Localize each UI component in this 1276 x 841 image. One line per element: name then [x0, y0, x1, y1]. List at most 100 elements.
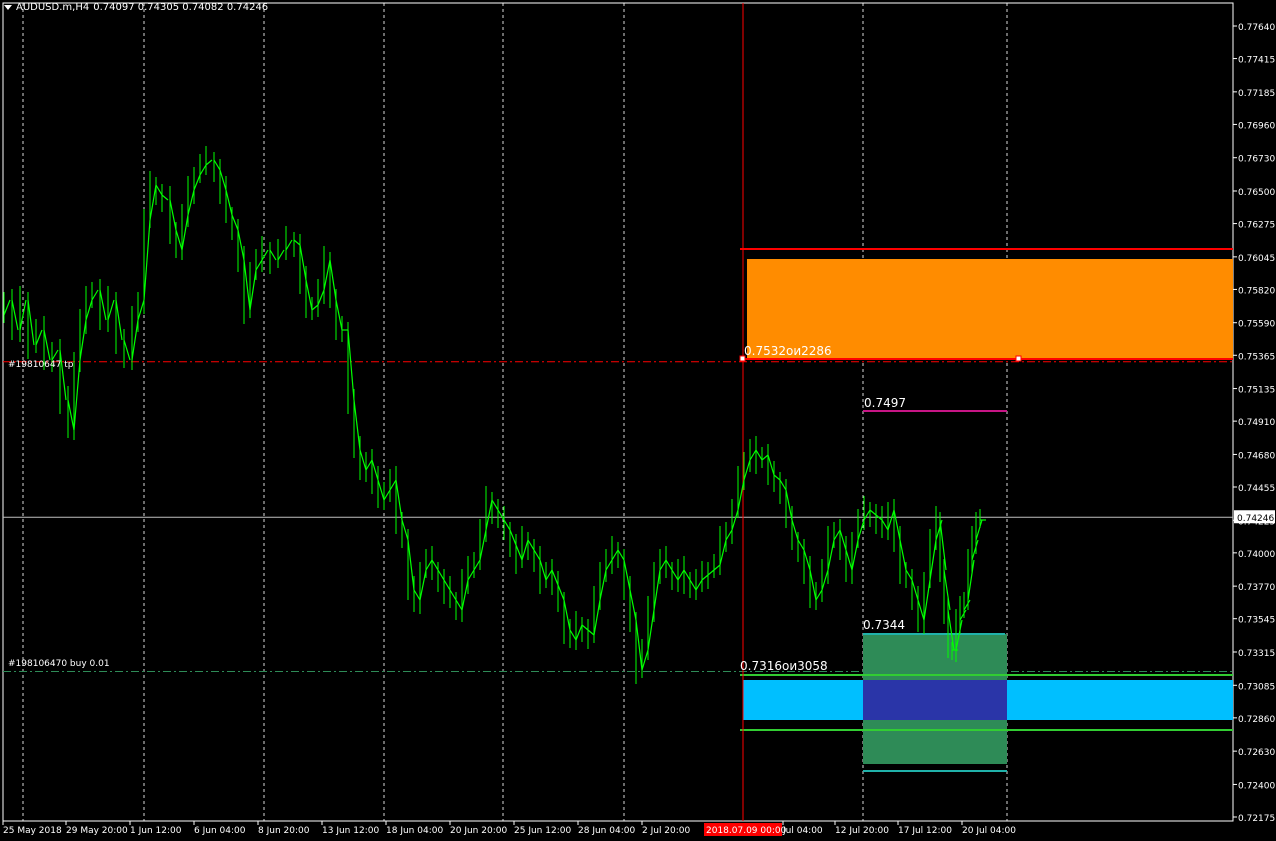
candle-body: [797, 539, 805, 551]
candle-body: [863, 509, 871, 521]
candle-body: [791, 519, 799, 541]
candle-body: [59, 349, 67, 401]
candle-body: [575, 624, 583, 641]
time-tick-label: 13 Jun 12:00: [322, 826, 379, 836]
candle-body: [317, 289, 325, 306]
symbol-header: AUDUSD.m,H4 0.74097 0.74305 0.74082 0.74…: [4, 2, 268, 13]
price-tick-label: 0.72860: [1238, 715, 1275, 725]
candle-body: [929, 539, 937, 581]
candle-body: [137, 299, 145, 321]
candle-body: [743, 459, 751, 481]
candle-body: [587, 629, 595, 636]
ohlc-values: 0.74097 0.74305 0.74082 0.74246: [93, 2, 269, 13]
candle-body: [869, 509, 877, 516]
candle-body: [707, 569, 715, 576]
candle-body: [123, 339, 131, 361]
candle-body: [425, 559, 433, 571]
candle-body: [943, 569, 951, 611]
time-tick-label: 2 Jul 20:00: [642, 826, 691, 836]
candle-body: [107, 299, 115, 321]
lower-zone-label: 0.7316ои3058: [740, 659, 828, 673]
candle-body: [205, 159, 213, 166]
candle-body: [437, 569, 445, 581]
candle-body: [671, 569, 679, 581]
time-tick-label: Jul 04:00: [782, 826, 823, 836]
time-tick-label: 6 Jun 04:00: [194, 826, 246, 836]
candle-body: [503, 519, 511, 531]
candle-body: [617, 549, 625, 561]
candle-body: [359, 449, 367, 471]
candle-body: [461, 579, 469, 611]
candle-body: [695, 579, 703, 591]
candle-body: [893, 509, 901, 541]
price-tick-label: 0.76275: [1238, 221, 1275, 231]
time-tick-label: 20 Jun 20:00: [450, 826, 507, 836]
candle-body: [851, 539, 859, 571]
time-tick-label: 12 Jul 20:00: [835, 826, 889, 836]
candle-body: [911, 579, 919, 601]
candle-body: [581, 624, 589, 631]
candle-body: [187, 189, 195, 216]
candle-body: [91, 289, 99, 301]
candle-body: [545, 569, 553, 581]
candle-body: [719, 539, 727, 566]
price-tick-label: 0.77415: [1238, 56, 1275, 66]
candle-body: [641, 649, 649, 671]
current-price-badge-label: 0.74246: [1237, 514, 1274, 524]
candle-body: [27, 299, 35, 346]
candle-body: [785, 489, 793, 521]
candle-body: [443, 579, 451, 591]
price-tick-label: 0.75135: [1238, 386, 1275, 396]
time-tick-label: 18 Jun 04:00: [386, 826, 443, 836]
candle-body: [73, 359, 81, 431]
time-tick-label: 1 Jun 12:00: [130, 826, 182, 836]
candle-body: [803, 549, 811, 571]
buy-order-label: #198106470 buy 0.01: [8, 659, 110, 669]
candle-body: [593, 599, 601, 636]
candle-body: [99, 289, 107, 321]
candle-body: [725, 529, 733, 541]
candle-body: [371, 459, 379, 481]
candle-body: [963, 599, 971, 611]
candle-body: [413, 589, 421, 601]
overlap-rect: [863, 680, 1007, 720]
candle-body: [169, 199, 177, 231]
upper-zone-end-marker[interactable]: [1015, 355, 1022, 362]
candle-body: [689, 579, 697, 591]
price-tick-label: 0.72175: [1238, 814, 1275, 824]
price-tick-label: 0.73545: [1238, 616, 1275, 626]
candle-body: [917, 599, 925, 621]
price-chart[interactable]: 0.7532ои2286 0.7497 0.7344 0.7316ои3058 #198…: [0, 0, 1276, 841]
mid-level-label: 0.7497: [864, 396, 906, 410]
candle-body: [219, 169, 227, 191]
candle-body: [677, 569, 685, 581]
candle-body: [899, 539, 907, 571]
price-tick-label: 0.73085: [1238, 682, 1275, 692]
time-tick-label: 25 May 2018: [3, 826, 62, 836]
time-tick-label: 29 May 20:00: [66, 826, 128, 836]
candle-body: [51, 349, 59, 361]
candle-body: [255, 259, 263, 271]
candle-body: [431, 559, 439, 571]
candle-body: [261, 249, 269, 261]
candle-body: [155, 184, 163, 196]
candle-body: [3, 299, 11, 316]
candle-body: [821, 569, 829, 591]
candle-body: [809, 569, 817, 601]
candle-body: [701, 574, 709, 581]
price-tick-label: 0.77640: [1238, 23, 1275, 33]
candle-body: [353, 399, 361, 451]
time-tick-label: 20 Jul 04:00: [962, 826, 1016, 836]
time-tick-label: 25 Jun 12:00: [514, 826, 571, 836]
candle-body: [335, 299, 343, 331]
price-tick-label: 0.76500: [1238, 188, 1275, 198]
candle-body: [939, 519, 947, 571]
candle-body: [653, 569, 661, 611]
upper-zone-label: 0.7532ои2286: [744, 344, 832, 358]
candle-body: [149, 184, 157, 221]
candle-body: [455, 599, 463, 611]
dropdown-triangle-icon[interactable]: [4, 5, 12, 10]
price-tick-label: 0.74680: [1238, 451, 1275, 461]
candle-body: [659, 559, 667, 571]
candle-body: [401, 519, 409, 541]
